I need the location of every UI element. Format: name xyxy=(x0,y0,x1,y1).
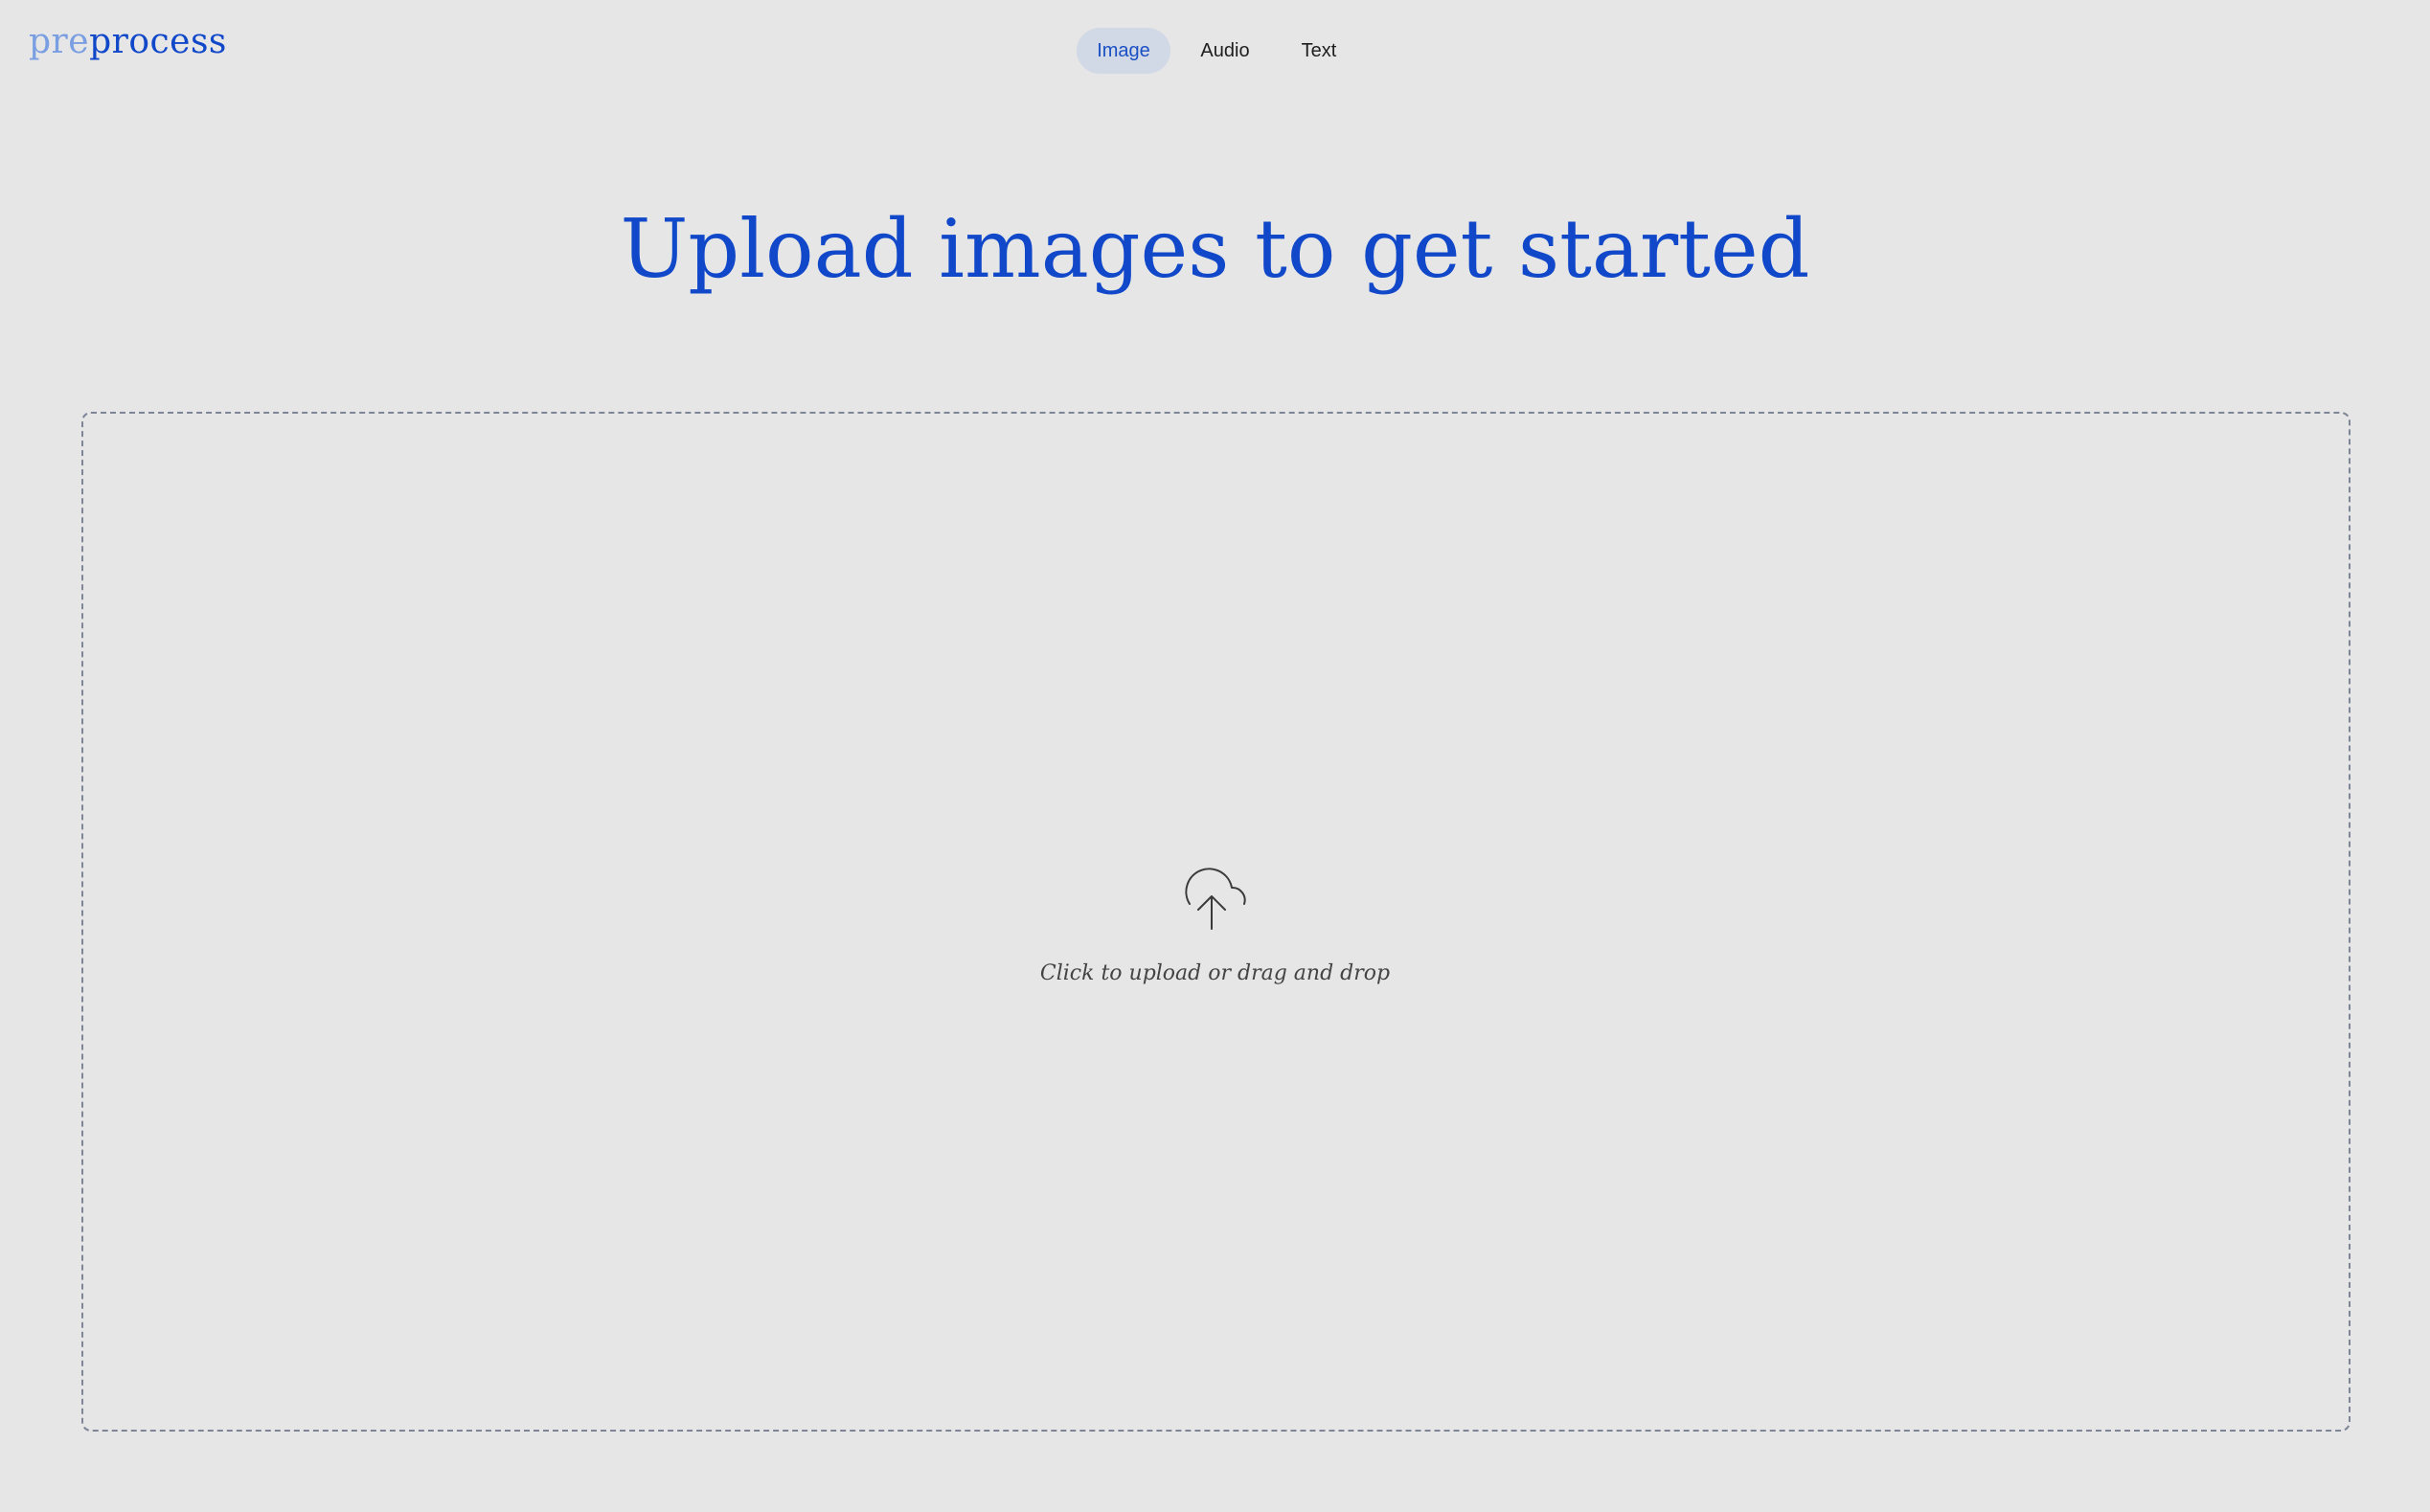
page-title: Upload images to get started xyxy=(620,202,1810,296)
tab-image[interactable]: Image xyxy=(1077,28,1170,74)
top-nav: Image Audio Text xyxy=(1077,28,1358,74)
tab-audio[interactable]: Audio xyxy=(1170,28,1280,74)
cloud-upload-icon[interactable] xyxy=(1175,858,1256,931)
tab-text[interactable]: Text xyxy=(1280,28,1358,74)
brand-logo-suffix: process xyxy=(89,22,227,61)
brand-logo[interactable]: preprocess xyxy=(29,17,227,67)
brand-logo-prefix: pre xyxy=(29,22,90,61)
dropzone-label: Click to upload or drag and drop xyxy=(1039,961,1391,985)
